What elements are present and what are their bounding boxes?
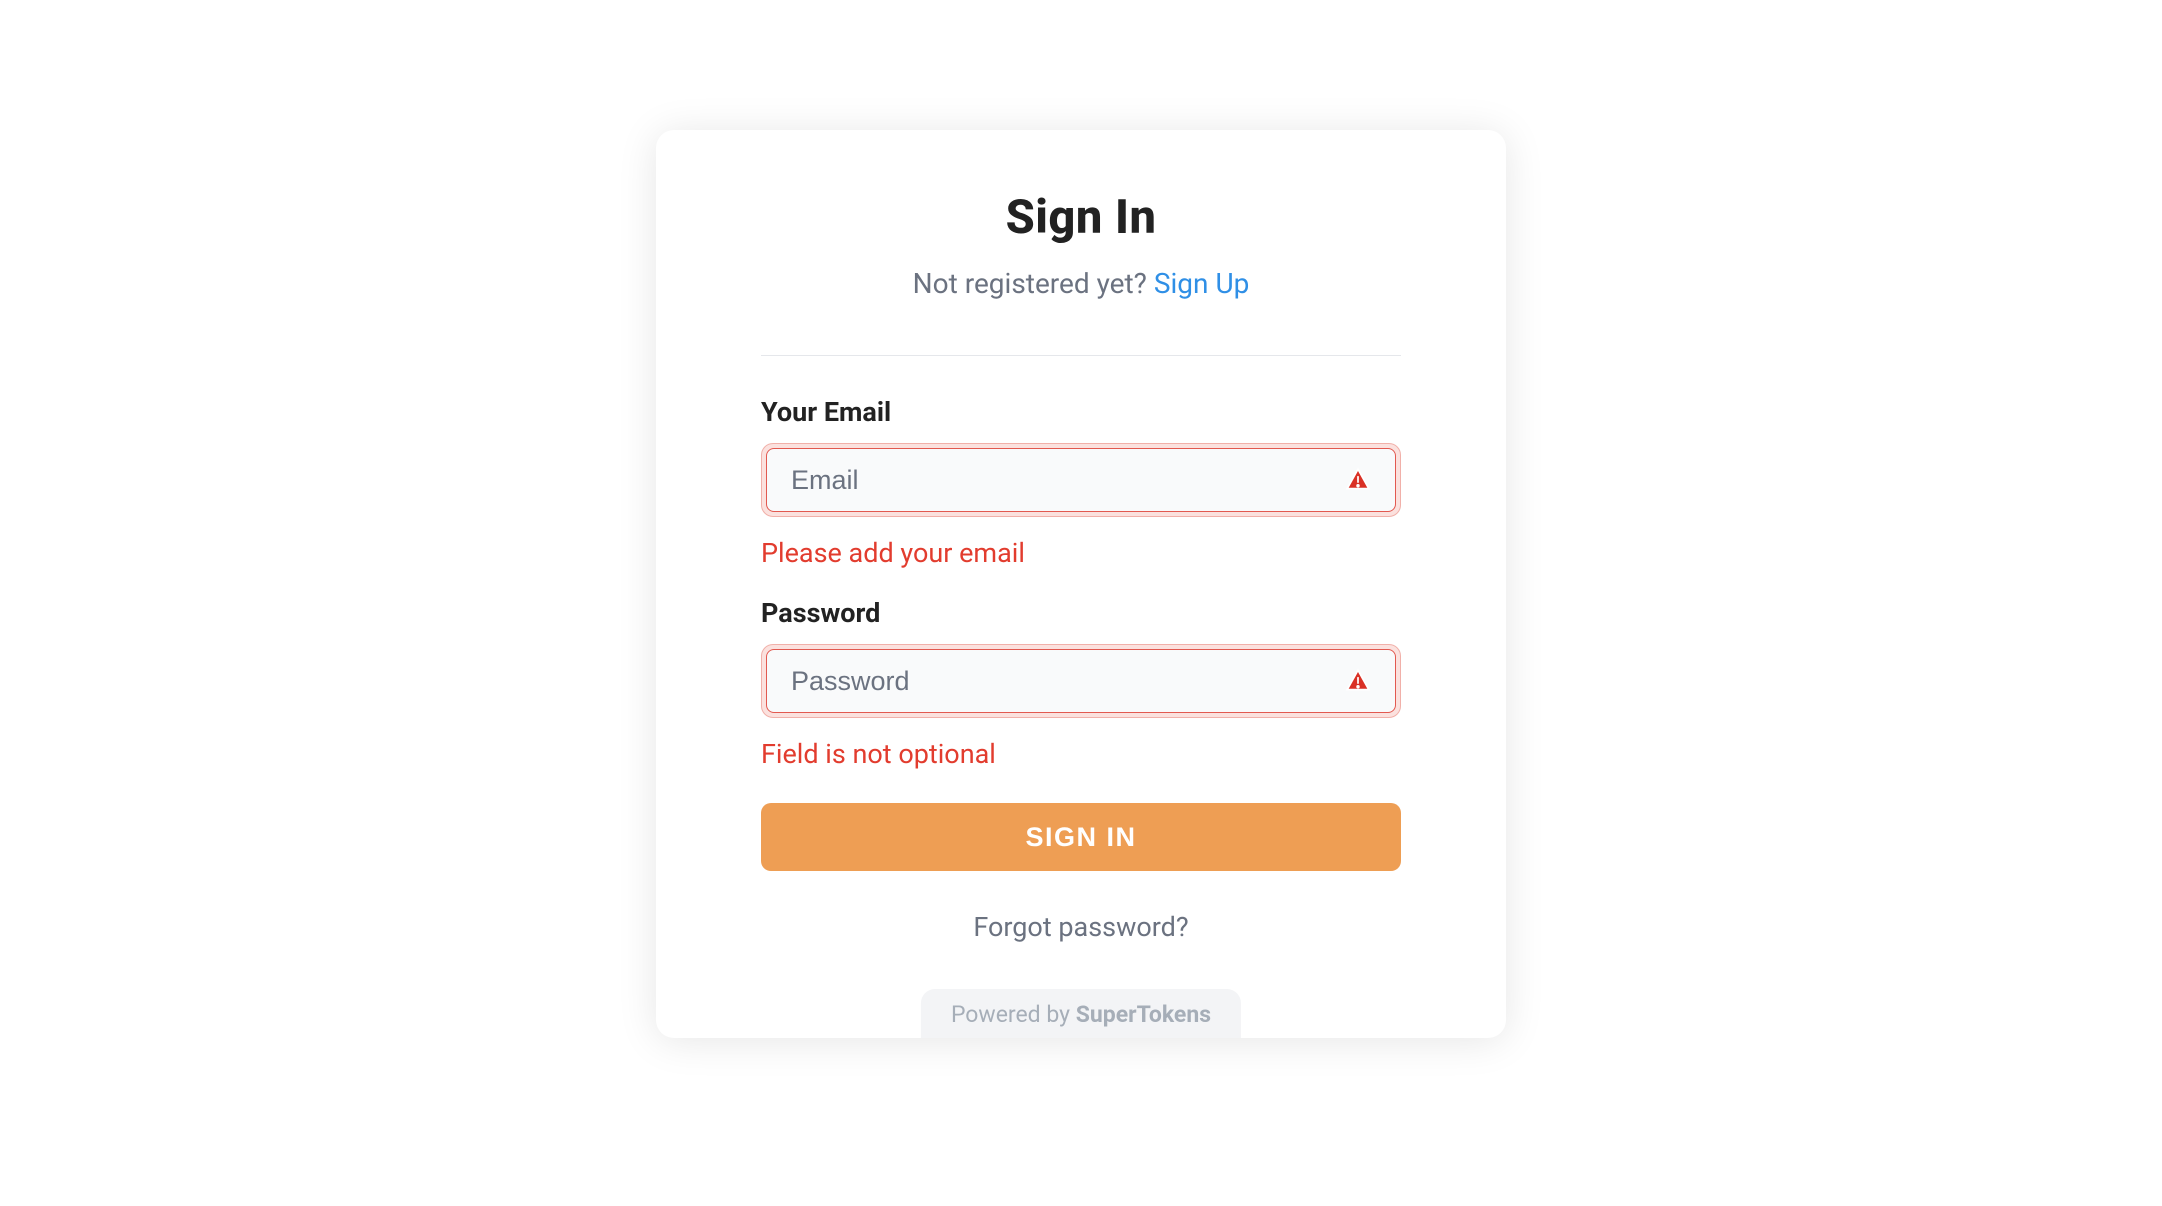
- signin-button[interactable]: SIGN IN: [761, 803, 1401, 871]
- signup-link[interactable]: Sign Up: [1154, 267, 1249, 300]
- footer-prefix: Powered by: [951, 1001, 1076, 1028]
- divider: [761, 355, 1401, 356]
- forgot-password-link[interactable]: Forgot password?: [761, 911, 1401, 943]
- password-error-text: Field is not optional: [761, 738, 1401, 770]
- password-input-inner: [766, 649, 1396, 713]
- password-label: Password: [761, 597, 1401, 629]
- email-input-wrapper: [761, 443, 1401, 517]
- signin-card: Sign In Not registered yet? Sign Up Your…: [656, 130, 1506, 1038]
- error-icon: [1345, 668, 1371, 694]
- footer-brand: SuperTokens: [1076, 1001, 1211, 1028]
- password-field[interactable]: [791, 650, 1345, 712]
- page-title: Sign In: [761, 190, 1401, 245]
- password-input-wrapper: [761, 644, 1401, 718]
- email-input-inner: [766, 448, 1396, 512]
- sub-header: Not registered yet? Sign Up: [761, 267, 1401, 300]
- error-icon: [1345, 467, 1371, 493]
- email-error-text: Please add your email: [761, 537, 1401, 569]
- email-label: Your Email: [761, 396, 1401, 428]
- powered-by-footer[interactable]: Powered by SuperTokens: [921, 989, 1241, 1038]
- email-field[interactable]: [791, 449, 1345, 511]
- not-registered-text: Not registered yet?: [913, 267, 1147, 300]
